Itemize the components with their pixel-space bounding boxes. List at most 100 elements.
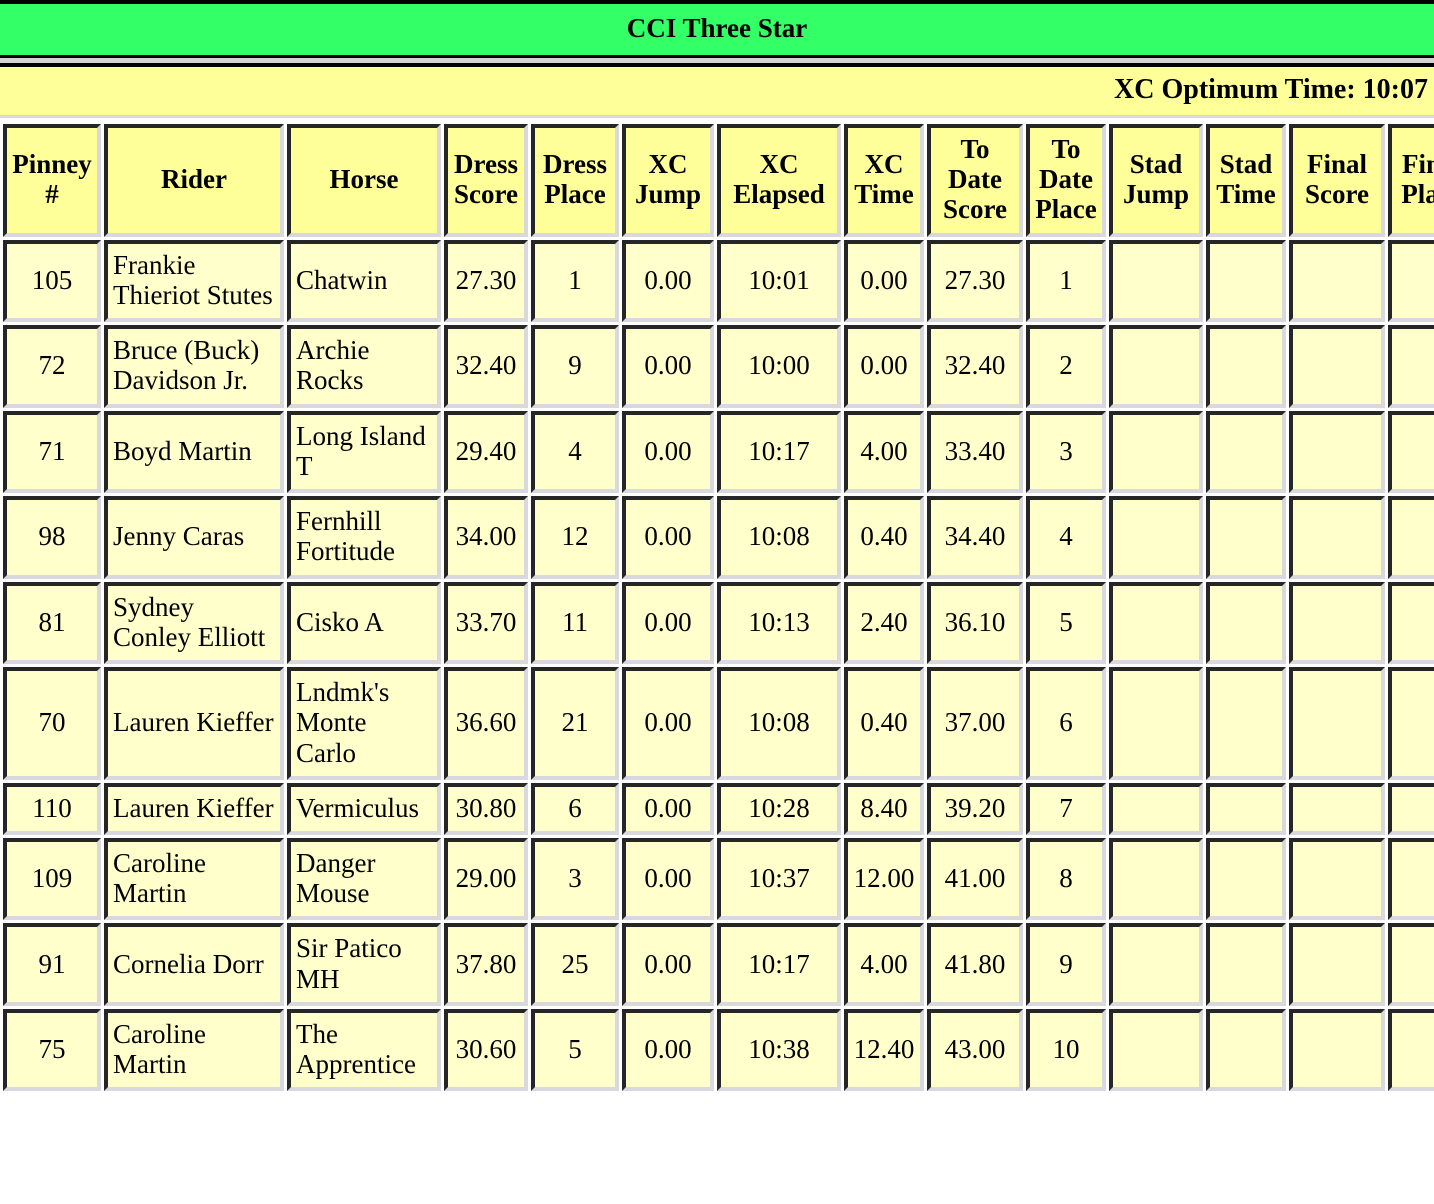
cell-pinney: 81 bbox=[3, 581, 101, 665]
title-divider bbox=[0, 58, 1434, 67]
cell-to-date-place: 4 bbox=[1026, 496, 1106, 579]
cell-xc-time: 0.00 bbox=[844, 325, 924, 408]
cell-to-date-place: 8 bbox=[1026, 837, 1106, 921]
cell-xc-jump: 0.00 bbox=[622, 923, 714, 1006]
column-header-to-date-score[interactable]: To Date Score bbox=[927, 124, 1023, 237]
cell-dress-place: 5 bbox=[531, 1008, 619, 1092]
cell-pinney: 105 bbox=[3, 239, 101, 323]
column-header-stad-jump[interactable]: Stad Jump bbox=[1109, 124, 1203, 237]
cell-stad-jump bbox=[1109, 239, 1203, 323]
cell-xc-time: 8.40 bbox=[844, 782, 924, 835]
cell-final-score bbox=[1289, 923, 1385, 1006]
cell-to-date-place: 9 bbox=[1026, 923, 1106, 1006]
cell-to-date-score: 36.10 bbox=[927, 581, 1023, 665]
cell-dress-score: 29.00 bbox=[444, 837, 528, 921]
cell-dress-place: 21 bbox=[531, 667, 619, 780]
column-header-dress-score[interactable]: Dress Score bbox=[444, 124, 528, 237]
page-title: CCI Three Star bbox=[0, 4, 1434, 55]
column-header-xc-jump[interactable]: XC Jump bbox=[622, 124, 714, 237]
column-header-xc-time[interactable]: XC Time bbox=[844, 124, 924, 237]
cell-stad-jump bbox=[1109, 1008, 1203, 1092]
cell-xc-jump: 0.00 bbox=[622, 837, 714, 921]
cell-xc-elapsed: 10:08 bbox=[717, 667, 841, 780]
cell-to-date-place: 5 bbox=[1026, 581, 1106, 665]
cell-xc-elapsed: 10:38 bbox=[717, 1008, 841, 1092]
table-row: 72 Bruce (Buck) Davidson Jr. Archie Rocks 3… bbox=[3, 325, 1434, 408]
cell-dress-place: 4 bbox=[531, 410, 619, 494]
cell-pinney: 72 bbox=[3, 325, 101, 408]
column-header-dress-place[interactable]: Dress Place bbox=[531, 124, 619, 237]
cell-horse: Danger Mouse bbox=[287, 837, 441, 921]
table-row: 71 Boyd Martin Long Island T 29.40 4 0.00 10:1… bbox=[3, 410, 1434, 494]
cell-stad-jump bbox=[1109, 581, 1203, 665]
cell-stad-jump bbox=[1109, 923, 1203, 1006]
cell-xc-jump: 0.00 bbox=[622, 239, 714, 323]
cell-final-score bbox=[1289, 325, 1385, 408]
cell-dress-score: 30.60 bbox=[444, 1008, 528, 1092]
table-row: 91 Cornelia Dorr Sir Patico MH 37.80 25 0.00 1… bbox=[3, 923, 1434, 1006]
cell-to-date-place: 6 bbox=[1026, 667, 1106, 780]
column-header-stad-time[interactable]: Stad Time bbox=[1206, 124, 1286, 237]
cell-stad-time bbox=[1206, 239, 1286, 323]
cell-final-place bbox=[1388, 325, 1434, 408]
cell-final-place bbox=[1388, 239, 1434, 323]
event-title-bar: CCI Three Star bbox=[0, 0, 1434, 58]
cell-pinney: 70 bbox=[3, 667, 101, 780]
cell-xc-jump: 0.00 bbox=[622, 325, 714, 408]
cell-final-place bbox=[1388, 1008, 1434, 1092]
cell-pinney: 71 bbox=[3, 410, 101, 494]
cell-to-date-score: 41.00 bbox=[927, 837, 1023, 921]
cell-final-place bbox=[1388, 496, 1434, 579]
cell-stad-jump bbox=[1109, 496, 1203, 579]
cell-to-date-score: 37.00 bbox=[927, 667, 1023, 780]
cell-xc-elapsed: 10:17 bbox=[717, 410, 841, 494]
cell-stad-time bbox=[1206, 923, 1286, 1006]
cell-stad-time bbox=[1206, 581, 1286, 665]
table-body: 105 Frankie Thieriot Stutes Chatwin 27.30 1 0… bbox=[3, 239, 1434, 1092]
cell-final-score bbox=[1289, 496, 1385, 579]
cell-xc-jump: 0.00 bbox=[622, 496, 714, 579]
column-header-final-score[interactable]: Final Score bbox=[1289, 124, 1385, 237]
cell-final-place bbox=[1388, 837, 1434, 921]
results-table: Pinney # Rider Horse Dress Score Dress P… bbox=[0, 121, 1434, 1095]
cell-xc-elapsed: 10:28 bbox=[717, 782, 841, 835]
column-header-xc-elapsed[interactable]: XC Elapsed bbox=[717, 124, 841, 237]
cell-horse: Sir Patico MH bbox=[287, 923, 441, 1006]
cell-horse: Vermiculus bbox=[287, 782, 441, 835]
cell-final-score bbox=[1289, 837, 1385, 921]
cell-final-score bbox=[1289, 782, 1385, 835]
cell-dress-score: 27.30 bbox=[444, 239, 528, 323]
cell-final-place bbox=[1388, 410, 1434, 494]
cell-pinney: 98 bbox=[3, 496, 101, 579]
cell-rider: Frankie Thieriot Stutes bbox=[104, 239, 284, 323]
cell-dress-score: 32.40 bbox=[444, 325, 528, 408]
scoreboard: CCI Three Star XC Optimum Time: 10:07 Pi… bbox=[0, 0, 1434, 1095]
column-header-final-place[interactable]: Final Place bbox=[1388, 124, 1434, 237]
table-row: 109 Caroline Martin Danger Mouse 29.00 3 0.00… bbox=[3, 837, 1434, 921]
cell-dress-place: 9 bbox=[531, 325, 619, 408]
cell-stad-jump bbox=[1109, 667, 1203, 780]
cell-xc-jump: 0.00 bbox=[622, 782, 714, 835]
cell-to-date-place: 10 bbox=[1026, 1008, 1106, 1092]
cell-stad-jump bbox=[1109, 325, 1203, 408]
cell-to-date-place: 2 bbox=[1026, 325, 1106, 408]
column-header-pinney[interactable]: Pinney # bbox=[3, 124, 101, 237]
cell-rider: Lauren Kieffer bbox=[104, 782, 284, 835]
column-header-rider[interactable]: Rider bbox=[104, 124, 284, 237]
cell-horse: Lndmk's Monte Carlo bbox=[287, 667, 441, 780]
cell-rider: Caroline Martin bbox=[104, 837, 284, 921]
cell-to-date-place: 1 bbox=[1026, 239, 1106, 323]
cell-xc-time: 0.40 bbox=[844, 667, 924, 780]
cell-xc-time: 2.40 bbox=[844, 581, 924, 665]
cell-xc-time: 0.40 bbox=[844, 496, 924, 579]
column-header-to-date-place[interactable]: To Date Place bbox=[1026, 124, 1106, 237]
column-header-horse[interactable]: Horse bbox=[287, 124, 441, 237]
cell-xc-time: 0.00 bbox=[844, 239, 924, 323]
cell-horse: Long Island T bbox=[287, 410, 441, 494]
results-grid-wrapper: Pinney # Rider Horse Dress Score Dress P… bbox=[0, 118, 1434, 1095]
cell-to-date-score: 41.80 bbox=[927, 923, 1023, 1006]
cell-dress-score: 36.60 bbox=[444, 667, 528, 780]
cell-dress-place: 12 bbox=[531, 496, 619, 579]
cell-stad-time bbox=[1206, 496, 1286, 579]
cell-to-date-place: 3 bbox=[1026, 410, 1106, 494]
